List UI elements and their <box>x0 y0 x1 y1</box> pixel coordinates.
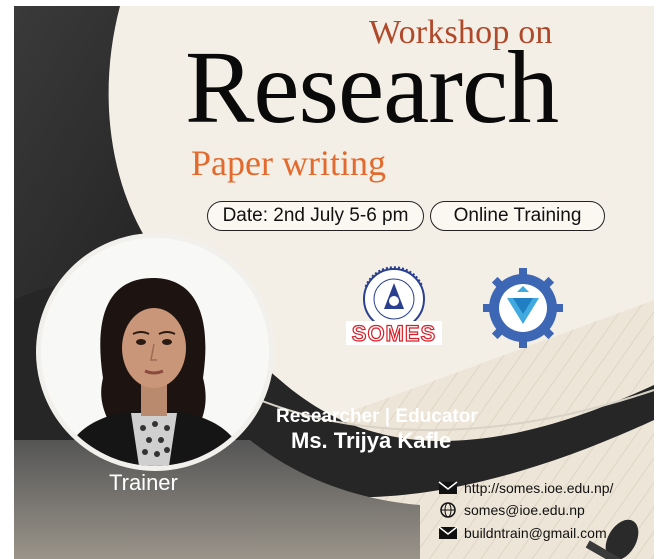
gmail-link[interactable]: buildntrain@gmail.com <box>438 522 607 544</box>
trainer-photo <box>36 233 274 471</box>
gmail-text: buildntrain@gmail.com <box>464 525 607 541</box>
ioe-logo <box>483 268 563 348</box>
workshop-poster: Workshop on Research Paper writing Date:… <box>0 0 670 559</box>
trainer-label: Trainer <box>109 470 178 495</box>
website-text: http://somes.ioe.edu.np/ <box>464 480 614 496</box>
mail-icon <box>438 525 458 541</box>
globe-icon <box>438 502 458 518</box>
somes-logo: SOMES <box>344 265 444 350</box>
mail-icon <box>438 480 458 496</box>
email-text: somes@ioe.edu.np <box>464 502 585 518</box>
date-pill: Date: 2nd July 5-6 pm <box>207 201 424 231</box>
trainer-name: Ms. Trijya Kafle <box>291 428 452 453</box>
trainer-portrait <box>41 238 269 466</box>
heading-paper-writing: Paper writing <box>191 143 386 183</box>
heading-research: Research <box>185 30 559 145</box>
trainer-role: Researcher | Educator <box>276 406 478 427</box>
svg-text:SOMES: SOMES <box>352 321 436 346</box>
website-link[interactable]: http://somes.ioe.edu.np/ <box>438 477 613 499</box>
online-training-pill: Online Training <box>430 201 605 231</box>
email-link[interactable]: somes@ioe.edu.np <box>438 499 585 521</box>
